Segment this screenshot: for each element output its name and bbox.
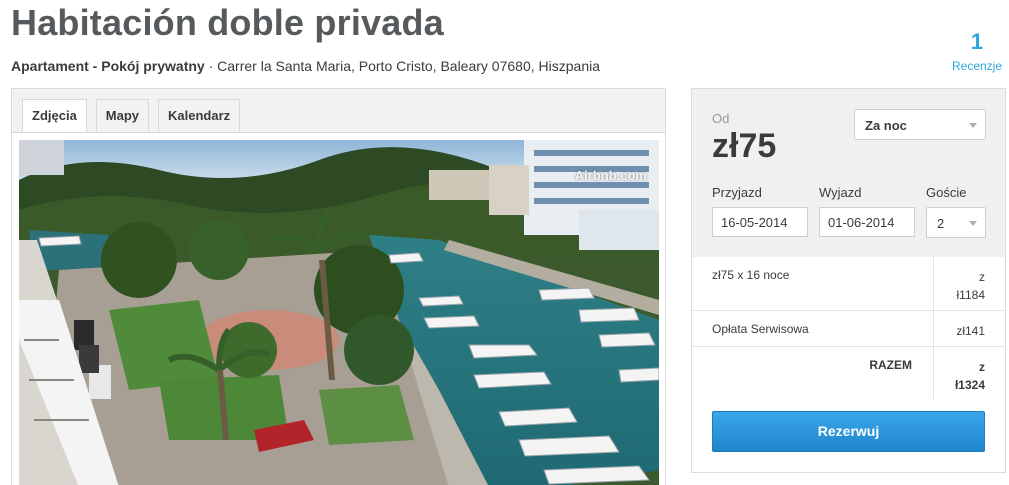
tab-calendar[interactable]: Kalendarz [158,99,241,132]
photo-scene [19,140,659,485]
rate-period-select[interactable]: Za noc [854,109,986,140]
price-row-service-fee: Opłata Serwisowa zł141 [692,311,1005,347]
media-panel: Zdjęcia Mapy Kalendarz Airbnb.com [11,88,666,485]
photo-watermark: Airbnb.com [574,168,647,183]
reviews-count: 1 [970,29,984,54]
checkout-field[interactable]: 01-06-2014 [819,207,915,237]
guests-select[interactable]: 2 [926,207,986,238]
tab-maps[interactable]: Mapy [95,99,150,132]
total-amount-line1: z [979,360,985,374]
reviews-link[interactable]: 1 Recenzje [945,29,1009,74]
nights-desc: zł75 x 16 noce [712,268,790,282]
service-fee-amount: zł141 [933,311,1005,346]
nights-amount-line1: z [979,270,985,284]
listing-photo[interactable]: Airbnb.com [19,140,659,485]
listing-subtitle: Apartament - Pokój prywatny · Carrer la … [11,58,600,74]
price-row-total: RAZEM z ł1324 [692,347,1005,399]
rate-period-value: Za noc [865,118,907,133]
booking-panel: Od zł75 Za noc Przyjazd Wyjazd Goście 16… [691,88,1006,473]
checkout-label: Wyjazd [819,185,862,200]
nights-amount: z ł1184 [933,257,1005,310]
price-row-nights: zł75 x 16 noce z ł1184 [692,257,1005,311]
tab-photos[interactable]: Zdjęcia [22,99,87,133]
chevron-down-icon [969,123,977,128]
chevron-down-icon [969,221,977,226]
guests-value: 2 [937,216,945,231]
nightly-price: zł75 [712,127,777,165]
checkin-field[interactable]: 16-05-2014 [712,207,808,237]
booking-header: Od zł75 Za noc Przyjazd Wyjazd Goście 16… [692,89,1005,257]
subtitle-separator: · [204,58,218,74]
price-from-label: Od [712,111,730,126]
reserve-button[interactable]: Rezerwuj [712,411,985,452]
reviews-label: Recenzje [951,59,1003,73]
property-type: Apartament - Pokój prywatny [11,58,205,74]
guests-label: Goście [926,185,967,200]
total-amount: z ł1324 [933,347,1005,399]
total-amount-line2: ł1324 [954,378,985,392]
media-tabs: Zdjęcia Mapy Kalendarz [22,99,249,133]
nights-amount-line2: ł1184 [956,288,985,302]
service-fee-desc: Opłata Serwisowa [712,322,809,336]
listing-address: Carrer la Santa Maria, Porto Cristo, Bal… [217,58,600,74]
checkin-label: Przyjazd [712,185,762,200]
listing-title: Habitación doble privada [11,2,444,43]
tab-content: Airbnb.com [12,132,665,485]
total-label: RAZEM [869,358,912,372]
